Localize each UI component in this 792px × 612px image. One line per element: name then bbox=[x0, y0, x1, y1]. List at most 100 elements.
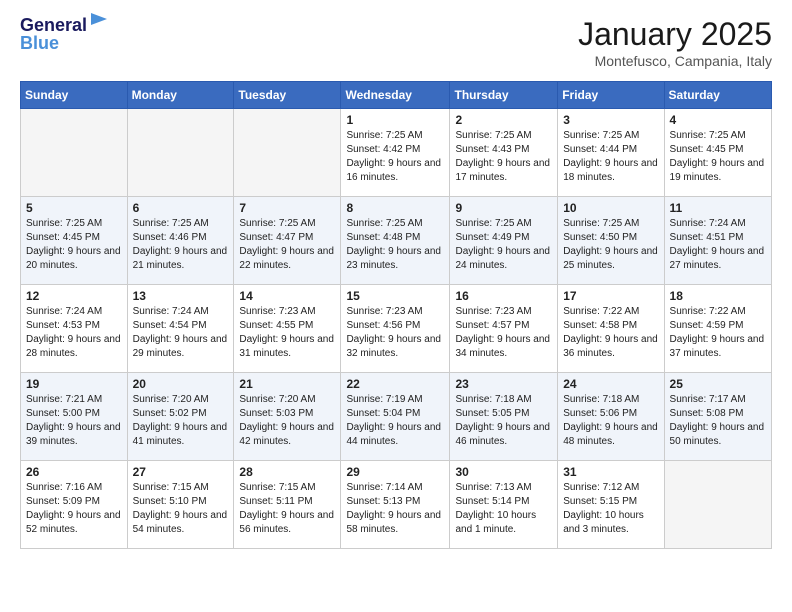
day-info: Sunrise: 7:25 AMSunset: 4:45 PMDaylight:… bbox=[26, 217, 122, 273]
calendar-cell: 28Sunrise: 7:15 AMSunset: 5:11 PMDayligh… bbox=[234, 461, 341, 549]
calendar-week-row: 19 Sunrise: 7:21 AMSunset: 5:00 PMDayligh… bbox=[21, 373, 772, 461]
day-info: Sunrise: 7:24 AMSunset: 4:51 PMDaylight:… bbox=[670, 217, 766, 273]
weekday-header-row: SundayMondayTuesdayWednesdayThursdayFrid… bbox=[21, 82, 772, 109]
day-number: 14 bbox=[239, 289, 335, 303]
calendar-week-row: 26Sunrise: 7:16 AMSunset: 5:09 PMDayligh… bbox=[21, 461, 772, 549]
calendar-cell bbox=[127, 109, 234, 197]
day-number: 13 bbox=[133, 289, 229, 303]
day-number: 7 bbox=[239, 201, 335, 215]
day-info: Sunrise: 7:23 AMSunset: 4:55 PMDaylight:… bbox=[239, 305, 335, 361]
title-block: January 2025 Montefusco, Campania, Italy bbox=[578, 16, 772, 69]
day-number: 4 bbox=[670, 113, 766, 127]
calendar-cell bbox=[234, 109, 341, 197]
calendar-cell: 3Sunrise: 7:25 AMSunset: 4:44 PMDaylight… bbox=[558, 109, 664, 197]
day-number: 27 bbox=[133, 465, 229, 479]
day-number: 30 bbox=[455, 465, 552, 479]
day-number: 24 bbox=[563, 377, 658, 391]
day-info: Sunrise: 7:25 AMSunset: 4:46 PMDaylight:… bbox=[133, 217, 229, 273]
calendar-cell: 27 Sunrise: 7:15 AMSunset: 5:10 PMDayligh… bbox=[127, 461, 234, 549]
weekday-header-friday: Friday bbox=[558, 82, 664, 109]
calendar-cell: 17 Sunrise: 7:22 AMSunset: 4:58 PMDayligh… bbox=[558, 285, 664, 373]
day-info: Sunrise: 7:25 AMSunset: 4:48 PMDaylight:… bbox=[346, 217, 444, 273]
day-number: 10 bbox=[563, 201, 658, 215]
day-info: Sunrise: 7:12 AMSunset: 5:15 PMDaylight:… bbox=[563, 481, 658, 537]
calendar-cell: 14 Sunrise: 7:23 AMSunset: 4:55 PMDayligh… bbox=[234, 285, 341, 373]
calendar-title: January 2025 bbox=[578, 16, 772, 53]
weekday-header-saturday: Saturday bbox=[664, 82, 771, 109]
calendar-cell bbox=[21, 109, 128, 197]
day-number: 17 bbox=[563, 289, 658, 303]
day-number: 31 bbox=[563, 465, 658, 479]
calendar-cell: 9Sunrise: 7:25 AMSunset: 4:49 PMDaylight… bbox=[450, 197, 558, 285]
day-info: Sunrise: 7:25 AMSunset: 4:45 PMDaylight:… bbox=[670, 129, 766, 185]
logo-flag-icon bbox=[89, 13, 111, 31]
day-info: Sunrise: 7:19 AMSunset: 5:04 PMDaylight:… bbox=[346, 393, 444, 449]
day-info: Sunrise: 7:18 AMSunset: 5:05 PMDaylight:… bbox=[455, 393, 552, 449]
day-number: 3 bbox=[563, 113, 658, 127]
day-number: 8 bbox=[346, 201, 444, 215]
calendar-cell: 26Sunrise: 7:16 AMSunset: 5:09 PMDayligh… bbox=[21, 461, 128, 549]
day-number: 23 bbox=[455, 377, 552, 391]
calendar-cell: 15 Sunrise: 7:23 AMSunset: 4:56 PMDayligh… bbox=[341, 285, 450, 373]
calendar-cell: 22Sunrise: 7:19 AMSunset: 5:04 PMDayligh… bbox=[341, 373, 450, 461]
day-info: Sunrise: 7:23 AMSunset: 4:56 PMDaylight:… bbox=[346, 305, 444, 361]
calendar-cell: 2 Sunrise: 7:25 AMSunset: 4:43 PMDaylight… bbox=[450, 109, 558, 197]
page: General Blue January 2025 Montefusco, Ca… bbox=[0, 0, 792, 569]
day-info: Sunrise: 7:23 AMSunset: 4:57 PMDaylight:… bbox=[455, 305, 552, 361]
day-info: Sunrise: 7:17 AMSunset: 5:08 PMDaylight:… bbox=[670, 393, 766, 449]
day-info: Sunrise: 7:22 AMSunset: 4:58 PMDaylight:… bbox=[563, 305, 658, 361]
day-number: 9 bbox=[455, 201, 552, 215]
day-number: 25 bbox=[670, 377, 766, 391]
day-number: 28 bbox=[239, 465, 335, 479]
calendar-cell bbox=[664, 461, 771, 549]
header: General Blue January 2025 Montefusco, Ca… bbox=[20, 16, 772, 69]
day-info: Sunrise: 7:21 AMSunset: 5:00 PMDaylight:… bbox=[26, 393, 122, 449]
calendar-cell: 11 Sunrise: 7:24 AMSunset: 4:51 PMDayligh… bbox=[664, 197, 771, 285]
day-number: 1 bbox=[346, 113, 444, 127]
day-number: 21 bbox=[239, 377, 335, 391]
logo: General Blue bbox=[20, 16, 111, 54]
day-info: Sunrise: 7:24 AMSunset: 4:53 PMDaylight:… bbox=[26, 305, 122, 361]
calendar-cell: 20Sunrise: 7:20 AMSunset: 5:02 PMDayligh… bbox=[127, 373, 234, 461]
calendar-cell: 12Sunrise: 7:24 AMSunset: 4:53 PMDayligh… bbox=[21, 285, 128, 373]
day-info: Sunrise: 7:25 AMSunset: 4:50 PMDaylight:… bbox=[563, 217, 658, 273]
day-info: Sunrise: 7:25 AMSunset: 4:43 PMDaylight:… bbox=[455, 129, 552, 185]
calendar-cell: 5 Sunrise: 7:25 AMSunset: 4:45 PMDaylight… bbox=[21, 197, 128, 285]
calendar-subtitle: Montefusco, Campania, Italy bbox=[578, 53, 772, 69]
day-number: 5 bbox=[26, 201, 122, 215]
day-info: Sunrise: 7:24 AMSunset: 4:54 PMDaylight:… bbox=[133, 305, 229, 361]
day-info: Sunrise: 7:20 AMSunset: 5:03 PMDaylight:… bbox=[239, 393, 335, 449]
calendar-cell: 24 Sunrise: 7:18 AMSunset: 5:06 PMDayligh… bbox=[558, 373, 664, 461]
day-number: 16 bbox=[455, 289, 552, 303]
day-number: 29 bbox=[346, 465, 444, 479]
calendar-cell: 7 Sunrise: 7:25 AMSunset: 4:47 PMDaylight… bbox=[234, 197, 341, 285]
day-info: Sunrise: 7:15 AMSunset: 5:10 PMDaylight:… bbox=[133, 481, 229, 537]
day-info: Sunrise: 7:14 AMSunset: 5:13 PMDaylight:… bbox=[346, 481, 444, 537]
weekday-header-thursday: Thursday bbox=[450, 82, 558, 109]
day-number: 18 bbox=[670, 289, 766, 303]
weekday-header-wednesday: Wednesday bbox=[341, 82, 450, 109]
day-number: 11 bbox=[670, 201, 766, 215]
day-number: 19 bbox=[26, 377, 122, 391]
day-number: 2 bbox=[455, 113, 552, 127]
calendar-cell: 30Sunrise: 7:13 AMSunset: 5:14 PMDayligh… bbox=[450, 461, 558, 549]
calendar-week-row: 5 Sunrise: 7:25 AMSunset: 4:45 PMDaylight… bbox=[21, 197, 772, 285]
calendar-cell: 18 Sunrise: 7:22 AMSunset: 4:59 PMDayligh… bbox=[664, 285, 771, 373]
day-info: Sunrise: 7:16 AMSunset: 5:09 PMDaylight:… bbox=[26, 481, 122, 537]
calendar-table: SundayMondayTuesdayWednesdayThursdayFrid… bbox=[20, 81, 772, 549]
calendar-cell: 31 Sunrise: 7:12 AMSunset: 5:15 PMDayligh… bbox=[558, 461, 664, 549]
day-info: Sunrise: 7:18 AMSunset: 5:06 PMDaylight:… bbox=[563, 393, 658, 449]
calendar-week-row: 12Sunrise: 7:24 AMSunset: 4:53 PMDayligh… bbox=[21, 285, 772, 373]
day-info: Sunrise: 7:25 AMSunset: 4:47 PMDaylight:… bbox=[239, 217, 335, 273]
calendar-cell: 4 Sunrise: 7:25 AMSunset: 4:45 PMDaylight… bbox=[664, 109, 771, 197]
day-info: Sunrise: 7:22 AMSunset: 4:59 PMDaylight:… bbox=[670, 305, 766, 361]
day-info: Sunrise: 7:25 AMSunset: 4:42 PMDaylight:… bbox=[346, 129, 444, 185]
weekday-header-tuesday: Tuesday bbox=[234, 82, 341, 109]
calendar-cell: 23 Sunrise: 7:18 AMSunset: 5:05 PMDayligh… bbox=[450, 373, 558, 461]
calendar-cell: 6Sunrise: 7:25 AMSunset: 4:46 PMDaylight… bbox=[127, 197, 234, 285]
calendar-week-row: 1 Sunrise: 7:25 AMSunset: 4:42 PMDaylight… bbox=[21, 109, 772, 197]
calendar-cell: 16 Sunrise: 7:23 AMSunset: 4:57 PMDayligh… bbox=[450, 285, 558, 373]
calendar-cell: 25 Sunrise: 7:17 AMSunset: 5:08 PMDayligh… bbox=[664, 373, 771, 461]
day-info: Sunrise: 7:20 AMSunset: 5:02 PMDaylight:… bbox=[133, 393, 229, 449]
day-number: 15 bbox=[346, 289, 444, 303]
